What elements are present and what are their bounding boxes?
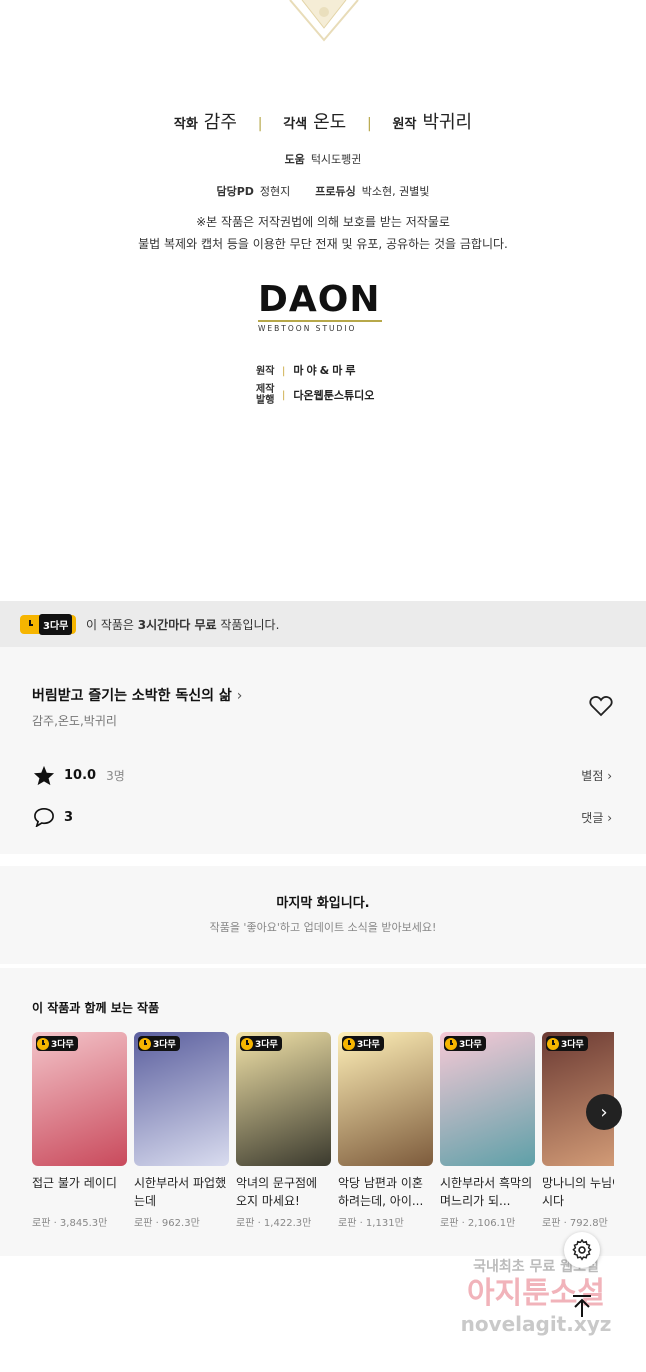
card-title: 악녀의 문구점에 오지 마세요! <box>236 1176 318 1208</box>
art-name: 감주 <box>203 112 237 133</box>
decorative-ornament <box>289 0 359 42</box>
prod-name: 박소현, 권별빛 <box>361 185 430 198</box>
separator: | <box>257 116 263 132</box>
clock-icon <box>343 1037 355 1050</box>
settings-button[interactable] <box>564 1232 600 1268</box>
prod-label: 프로듀싱 <box>315 185 356 198</box>
rating-link[interactable]: 별점 › <box>581 767 612 784</box>
notice-line: ※본 작품은 저작권법에 의해 보호를 받는 저작물로 <box>196 215 450 229</box>
card-title: 망나니의 누님이 시다 <box>542 1176 614 1208</box>
free-badge: 3다무 <box>240 1036 282 1051</box>
origin-value: 마야&마루 <box>293 364 359 377</box>
card-meta: 로판 · 3,845.3만 <box>32 1218 108 1229</box>
make-label: 제작 <box>256 384 275 395</box>
help-label: 도움 <box>284 153 305 166</box>
recommend-card[interactable]: 3다무 악당 남편과 이혼하려는데, 아이... 로판 · 1,131만 <box>338 1032 433 1229</box>
origin-row: 원작 | 마야&마루 <box>256 364 359 377</box>
recommend-heading: 이 작품과 함께 보는 작품 <box>32 1001 160 1015</box>
card-thumbnail: 3다무 <box>32 1032 127 1166</box>
card-title: 악당 남편과 이혼하려는데, 아이... <box>338 1176 424 1208</box>
last-episode-title: 마지막 화입니다. <box>276 896 370 911</box>
work-authors: 감주,온도,박귀리 <box>32 714 117 728</box>
work-title: 버림받고 즐기는 소박한 독신의 삶 <box>32 688 232 704</box>
gear-icon <box>572 1239 592 1261</box>
logo-sub: WEBTOON STUDIO <box>258 324 357 333</box>
card-thumbnail: 3다무 <box>134 1032 229 1166</box>
logo-main: DAON <box>258 279 381 320</box>
comment-count: 3 <box>64 809 74 825</box>
card-title: 시한부라서 흑막의 며느리가 되... <box>440 1176 533 1208</box>
daon-logo: DAON WEBTOON STUDIO <box>258 282 382 333</box>
card-meta: 로판 · 2,106.1만 <box>440 1218 516 1229</box>
arrow-up-icon <box>573 1295 591 1317</box>
help-name: 턱시도펭귄 <box>310 153 362 166</box>
credits-help: 도움 턱시도펭귄 <box>0 151 646 167</box>
recommend-card[interactable]: 3다무 시한부라서 파업했는데 로판 · 962.3만 <box>134 1032 229 1229</box>
recommend-card[interactable]: 3다무 악녀의 문구점에 오지 마세요! 로판 · 1,422.3만 <box>236 1032 331 1229</box>
rating-row: 10.0 3명 <box>33 765 125 786</box>
production-row: 제작 발행 | 다온웹툰스튜디오 <box>256 384 375 406</box>
rating-count: 3명 <box>106 769 125 783</box>
comment-row: 3 <box>33 807 73 827</box>
free-badge: 3다무 <box>36 1036 78 1051</box>
star-icon <box>33 765 55 786</box>
production-value: 다온웹툰스튜디오 <box>293 389 375 402</box>
orig-label: 원작 <box>392 117 417 132</box>
card-meta: 로판 · 1,422.3만 <box>236 1218 312 1229</box>
free-badge: 3다무 <box>342 1036 384 1051</box>
free-badge: 3다무 <box>444 1036 486 1051</box>
pd-label: 담당PD <box>216 185 254 198</box>
card-thumbnail: 3다무 <box>440 1032 535 1166</box>
clock-icon <box>445 1037 457 1050</box>
recommend-section: 이 작품과 함께 보는 작품 3다무 접근 불가 레이디 로판 · 3,845.… <box>0 968 646 1256</box>
rating-value: 10.0 <box>64 768 97 783</box>
watermark-line1: 국내최초 무료 웹소설 <box>473 1259 599 1275</box>
recommend-card[interactable]: 3다무 접근 불가 레이디 로판 · 3,845.3만 <box>32 1032 127 1229</box>
last-episode-subtitle: 작품을 '좋아요'하고 업데이트 소식을 받아보세요! <box>209 921 437 934</box>
comment-link[interactable]: 댓글 › <box>581 809 612 826</box>
publish-label: 발행 <box>256 395 275 406</box>
comment-icon <box>34 807 54 827</box>
clock-icon <box>547 1037 559 1050</box>
work-title-link[interactable]: 버림받고 즐기는 소박한 독신의 삶 › <box>32 685 242 705</box>
logo-bar <box>258 320 382 322</box>
free-info-bar: 3다무 이 작품은 3시간마다 무료 작품입니다. <box>0 601 646 647</box>
copyright-notice: ※본 작품은 저작권법에 의해 보호를 받는 저작물로 불법 복제와 캡처 등을… <box>0 211 646 255</box>
last-episode-box: 마지막 화입니다. 작품을 '좋아요'하고 업데이트 소식을 받아보세요! <box>0 866 646 964</box>
free-badge: 3다무 <box>20 614 77 635</box>
notice-line: 불법 복제와 캡처 등을 이용한 무단 전재 및 유포, 공유하는 것을 금합니… <box>138 237 508 251</box>
card-meta: 로판 · 962.3만 <box>134 1218 200 1229</box>
art-label: 작화 <box>173 117 198 132</box>
clock-icon <box>139 1037 151 1050</box>
recommend-card[interactable]: 3다무 시한부라서 흑막의 며느리가 되... 로판 · 2,106.1만 <box>440 1032 535 1229</box>
free-text: 이 작품은 3시간마다 무료 작품입니다. <box>86 618 280 632</box>
scroll-top-button[interactable] <box>564 1288 600 1324</box>
divider <box>0 854 646 866</box>
card-meta: 로판 · 1,131만 <box>338 1218 404 1229</box>
orig-name: 박귀리 <box>422 112 473 133</box>
card-title: 시한부라서 파업했는데 <box>134 1176 227 1208</box>
card-thumbnail: 3다무 <box>236 1032 331 1166</box>
work-info: 버림받고 즐기는 소박한 독신의 삶 › 감주,온도,박귀리 10.0 3명 별… <box>0 647 646 854</box>
chevron-right-icon: › <box>600 1101 608 1123</box>
separator: | <box>367 116 372 132</box>
adapt-name: 온도 <box>313 112 347 133</box>
card-meta: 로판 · 792.8만 <box>542 1218 608 1229</box>
carousel-next-button[interactable]: › <box>586 1094 622 1130</box>
pd-name: 정현지 <box>259 185 291 198</box>
card-title: 접근 불가 레이디 <box>32 1176 117 1190</box>
credits-main: 작화 감주 | 각색 온도 | 원작 박귀리 <box>0 108 646 134</box>
free-badge: 3다무 <box>138 1036 180 1051</box>
credits-staff: 담당PD 정현지 프로듀싱 박소현, 권별빛 <box>0 183 646 199</box>
free-badge: 3다무 <box>546 1036 588 1051</box>
origin-label: 원작 <box>256 366 275 377</box>
clock-icon <box>241 1037 253 1050</box>
heart-icon[interactable] <box>589 695 613 717</box>
recommend-card[interactable]: 3다무 망나니의 누님이 시다 로판 · 792.8만 <box>542 1032 614 1229</box>
card-thumbnail: 3다무 <box>338 1032 433 1166</box>
adapt-label: 각색 <box>283 117 308 132</box>
clock-icon <box>37 1037 49 1050</box>
clock-icon <box>22 617 37 632</box>
chevron-right-icon: › <box>236 688 243 704</box>
